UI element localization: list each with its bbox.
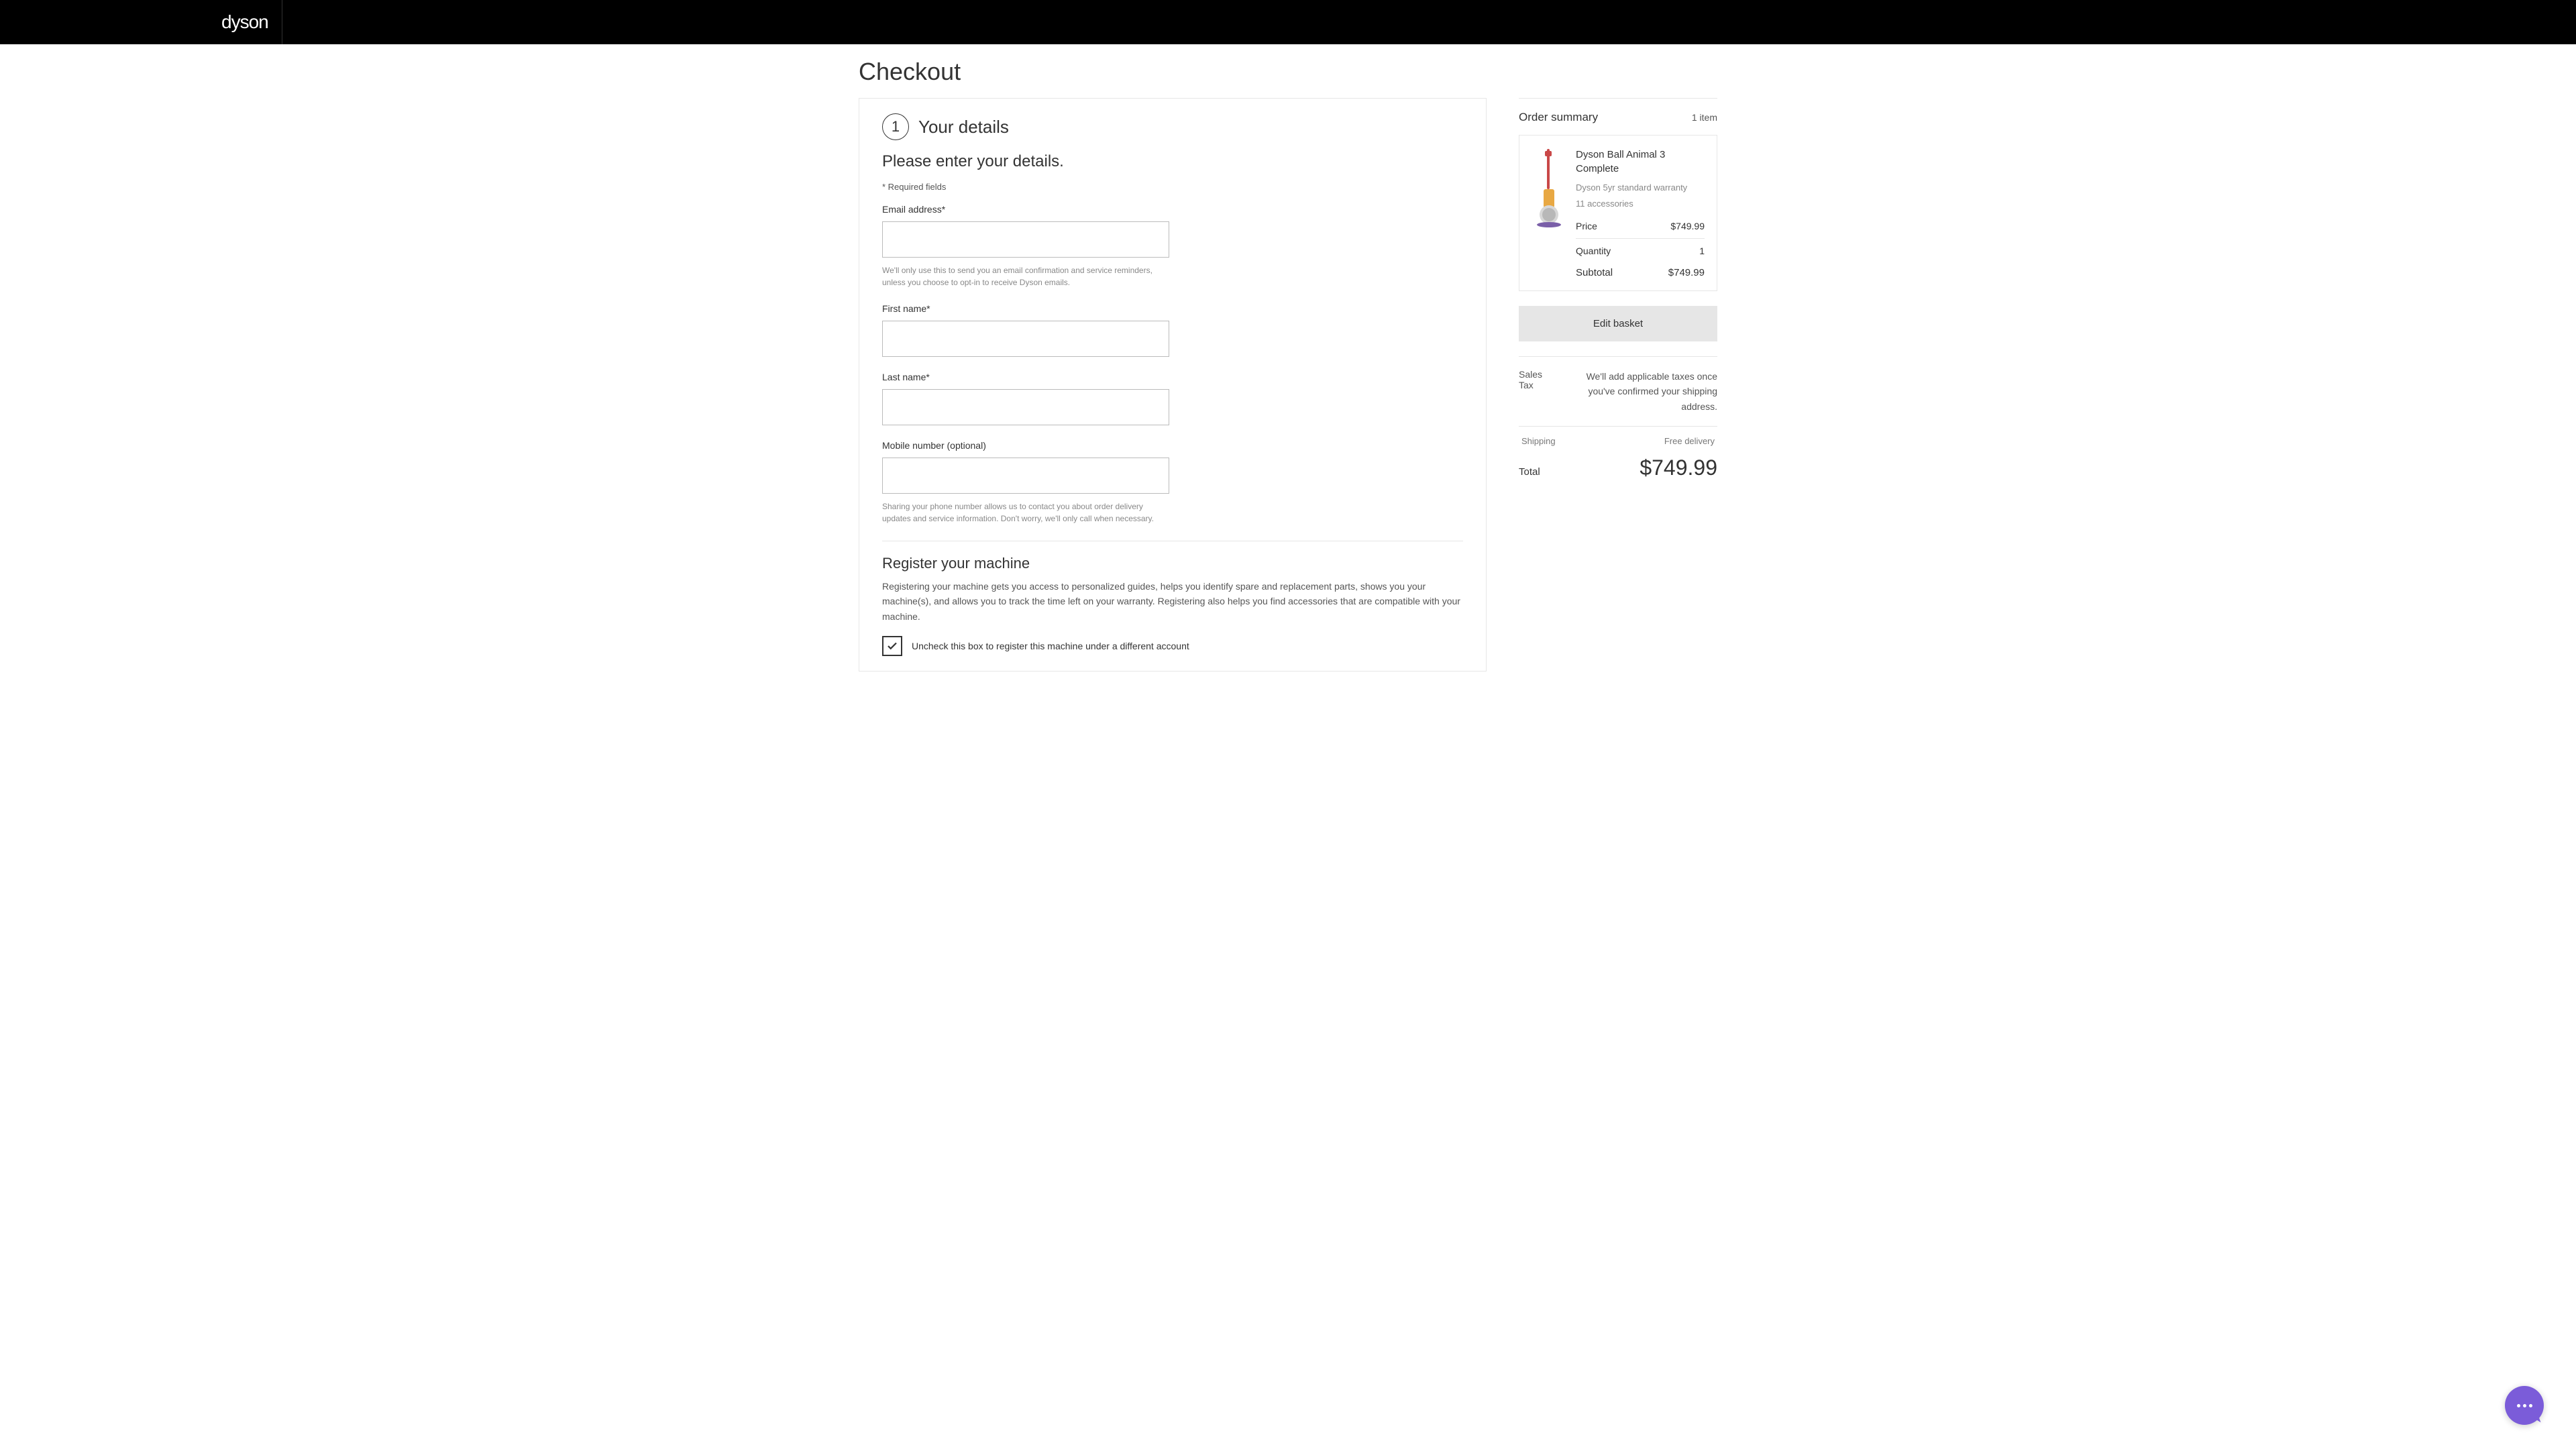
qty-value: 1	[1699, 246, 1705, 256]
register-heading: Register your machine	[882, 555, 1463, 572]
total-label: Total	[1519, 466, 1540, 478]
mobile-help: Sharing your phone number allows us to c…	[882, 500, 1164, 525]
product-accessories: 11 accessories	[1576, 197, 1705, 211]
mobile-field[interactable]	[882, 458, 1169, 494]
step-number: 1	[882, 113, 909, 140]
shipping-label: Shipping	[1521, 436, 1556, 446]
mobile-label: Mobile number (optional)	[882, 440, 1463, 451]
summary-count: 1 item	[1692, 112, 1717, 123]
total-value: $749.99	[1640, 455, 1717, 480]
subtotal-label: Subtotal	[1576, 267, 1613, 278]
chat-button[interactable]	[2505, 1386, 2544, 1425]
page-title: Checkout	[859, 58, 1717, 86]
last-name-field[interactable]	[882, 389, 1169, 425]
check-icon	[886, 640, 898, 652]
required-note: * Required fields	[882, 182, 1463, 192]
step-header: 1 Your details	[882, 113, 1463, 140]
first-name-field[interactable]	[882, 321, 1169, 357]
subtotal-value: $749.99	[1668, 267, 1705, 278]
email-label: Email address*	[882, 204, 1463, 215]
price-value: $749.99	[1670, 221, 1705, 231]
first-name-label: First name*	[882, 303, 1463, 314]
checkout-form: 1 Your details Please enter your details…	[859, 98, 1487, 672]
order-summary: Order summary 1 item Dyson Ball Animal 3	[1519, 98, 1717, 672]
summary-title: Order summary	[1519, 111, 1598, 124]
last-name-label: Last name*	[882, 372, 1463, 382]
product-warranty: Dyson 5yr standard warranty	[1576, 181, 1705, 195]
chat-icon	[2517, 1404, 2532, 1407]
register-checkbox-label: Uncheck this box to register this machin…	[912, 641, 1189, 651]
product-name: Dyson Ball Animal 3 Complete	[1576, 148, 1705, 176]
register-desc: Registering your machine gets you access…	[882, 579, 1463, 624]
vacuum-icon	[1534, 148, 1564, 228]
price-label: Price	[1576, 221, 1597, 231]
register-checkbox[interactable]	[882, 636, 902, 656]
form-heading: Please enter your details.	[882, 152, 1463, 171]
email-help: We'll only use this to send you an email…	[882, 264, 1164, 288]
email-field[interactable]	[882, 221, 1169, 258]
logo[interactable]: dyson	[221, 0, 282, 44]
qty-label: Quantity	[1576, 246, 1611, 256]
product-card: Dyson Ball Animal 3 Complete Dyson 5yr s…	[1519, 135, 1717, 291]
shipping-value: Free delivery	[1664, 436, 1715, 446]
edit-basket-button[interactable]: Edit basket	[1519, 306, 1717, 341]
tax-label: Sales Tax	[1519, 369, 1542, 414]
product-image	[1532, 148, 1566, 228]
site-header: dyson	[0, 0, 2576, 44]
step-title: Your details	[918, 117, 1009, 138]
tax-note: We'll add applicable taxes once you've c…	[1562, 369, 1717, 414]
